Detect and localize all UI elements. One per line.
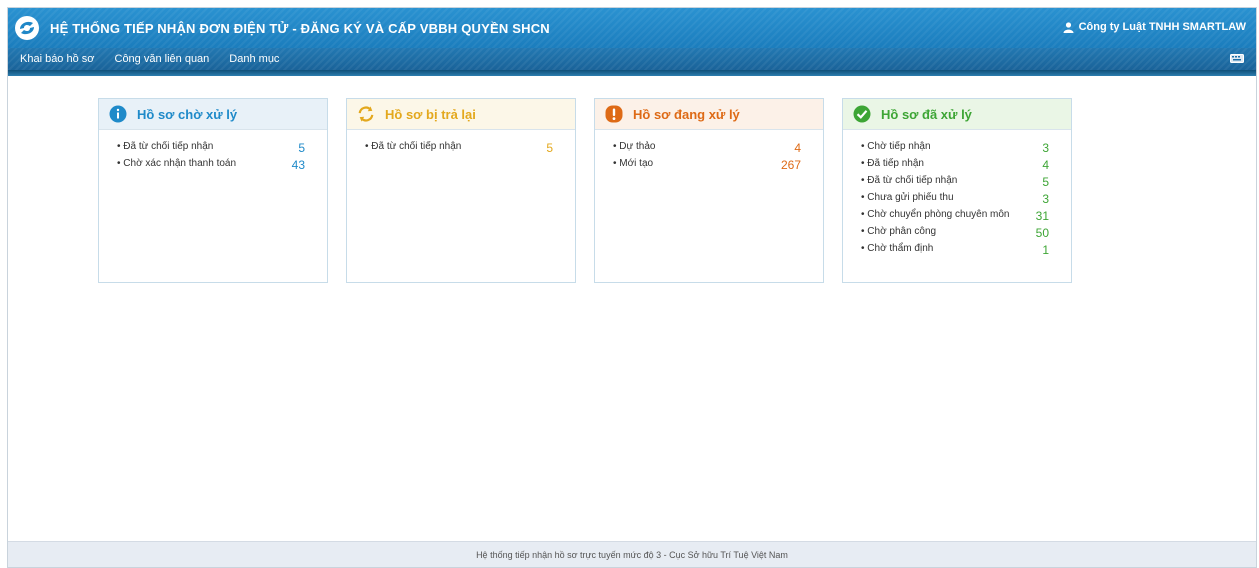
item-count[interactable]: 43 (275, 158, 305, 173)
user-menu[interactable]: Công ty Luật TNHH SMARTLAW (1063, 21, 1246, 33)
item-label[interactable]: Chờ xác nhận thanh toán (117, 158, 275, 170)
list-item[interactable]: Chưa gửi phiếu thu3 (861, 192, 1071, 207)
keyboard-icon[interactable] (1230, 54, 1244, 66)
footer: Hệ thống tiếp nhận hồ sơ trực tuyến mức … (8, 541, 1256, 567)
card-header[interactable]: Hồ sơ đang xử lý (595, 99, 823, 130)
item-label[interactable]: Chờ tiếp nhận (861, 141, 1019, 153)
footer-text: Hệ thống tiếp nhận hồ sơ trực tuyến mức … (476, 549, 788, 560)
card-title: Hồ sơ chờ xử lý (137, 106, 238, 122)
item-count[interactable]: 267 (771, 158, 801, 173)
dashboard-cards: Hồ sơ chờ xử lý Đã từ chối tiếp nhận5 Ch… (98, 98, 1090, 283)
card-processing: Hồ sơ đang xử lý Dự thảo4 Mới tạo267 (594, 98, 824, 283)
card-title: Hồ sơ bị trả lại (385, 106, 476, 122)
item-count[interactable]: 5 (1019, 175, 1049, 190)
menu-bar: Khai báo hồ sơ Công văn liên quan Danh m… (8, 48, 1256, 70)
list-item[interactable]: Dự thảo4 (613, 141, 823, 156)
refresh-icon (357, 105, 375, 123)
menu-divider (8, 70, 1256, 76)
item-label[interactable]: Chờ phân công (861, 226, 1019, 238)
item-label[interactable]: Đã tiếp nhận (861, 158, 1019, 170)
list-item[interactable]: Chờ phân công50 (861, 226, 1071, 241)
menu-item-danh-muc[interactable]: Danh mục (229, 53, 279, 65)
list-item[interactable]: Chờ tiếp nhận3 (861, 141, 1071, 156)
list-item[interactable]: Đã từ chối tiếp nhận5 (861, 175, 1071, 190)
list-item[interactable]: Chờ xác nhận thanh toán43 (117, 158, 327, 173)
item-label[interactable]: Chờ thẩm định (861, 243, 1019, 255)
card-header[interactable]: Hồ sơ đã xử lý (843, 99, 1071, 130)
item-count[interactable]: 5 (523, 141, 553, 156)
item-count[interactable]: 50 (1019, 226, 1049, 241)
item-count[interactable]: 1 (1019, 243, 1049, 258)
item-count[interactable]: 4 (1019, 158, 1049, 173)
list-item[interactable]: Chờ chuyển phòng chuyên môn31 (861, 209, 1071, 224)
item-count[interactable]: 5 (275, 141, 305, 156)
card-body: Đã từ chối tiếp nhận5 Chờ xác nhận thanh… (99, 130, 327, 173)
item-label[interactable]: Đã từ chối tiếp nhận (365, 141, 523, 153)
item-count[interactable]: 3 (1019, 192, 1049, 207)
list-item[interactable]: Đã từ chối tiếp nhận5 (117, 141, 327, 156)
item-count[interactable]: 31 (1019, 209, 1049, 224)
item-label[interactable]: Đã từ chối tiếp nhận (117, 141, 275, 153)
card-returned: Hồ sơ bị trả lại Đã từ chối tiếp nhận5 (346, 98, 576, 283)
list-item[interactable]: Đã tiếp nhận4 (861, 158, 1071, 173)
exclamation-icon (605, 105, 623, 123)
list-item[interactable]: Chờ thẩm định1 (861, 243, 1071, 258)
item-count[interactable]: 4 (771, 141, 801, 156)
app-title: HỆ THỐNG TIẾP NHẬN ĐƠN ĐIỆN TỬ - ĐĂNG KÝ… (50, 20, 550, 36)
user-name[interactable]: Công ty Luật TNHH SMARTLAW (1079, 21, 1246, 33)
check-icon (853, 105, 871, 123)
card-title: Hồ sơ đã xử lý (881, 106, 972, 122)
item-label[interactable]: Mới tạo (613, 158, 771, 170)
card-body: Dự thảo4 Mới tạo267 (595, 130, 823, 173)
card-title: Hồ sơ đang xử lý (633, 106, 740, 122)
item-label[interactable]: Chờ chuyển phòng chuyên môn (861, 209, 1019, 221)
item-count[interactable]: 3 (1019, 141, 1049, 156)
card-pending: Hồ sơ chờ xử lý Đã từ chối tiếp nhận5 Ch… (98, 98, 328, 283)
item-label[interactable]: Đã từ chối tiếp nhận (861, 175, 1019, 187)
card-header[interactable]: Hồ sơ bị trả lại (347, 99, 575, 130)
app-logo-icon (12, 13, 42, 43)
card-header[interactable]: Hồ sơ chờ xử lý (99, 99, 327, 130)
card-body: Chờ tiếp nhận3 Đã tiếp nhận4 Đã từ chối … (843, 130, 1071, 258)
menu-item-cong-van-lien-quan[interactable]: Công văn liên quan (115, 53, 210, 65)
item-label[interactable]: Chưa gửi phiếu thu (861, 192, 1019, 204)
list-item[interactable]: Đã từ chối tiếp nhận5 (365, 141, 575, 156)
app-window: HỆ THỐNG TIẾP NHẬN ĐƠN ĐIỆN TỬ - ĐĂNG KÝ… (7, 7, 1257, 568)
card-done: Hồ sơ đã xử lý Chờ tiếp nhận3 Đã tiếp nh… (842, 98, 1072, 283)
title-bar: HỆ THỐNG TIẾP NHẬN ĐƠN ĐIỆN TỬ - ĐĂNG KÝ… (8, 8, 1256, 48)
menu-item-khai-bao-ho-so[interactable]: Khai báo hồ sơ (20, 53, 95, 65)
info-icon (109, 105, 127, 123)
card-body: Đã từ chối tiếp nhận5 (347, 130, 575, 156)
user-icon (1063, 21, 1074, 33)
item-label[interactable]: Dự thảo (613, 141, 771, 153)
list-item[interactable]: Mới tạo267 (613, 158, 823, 173)
